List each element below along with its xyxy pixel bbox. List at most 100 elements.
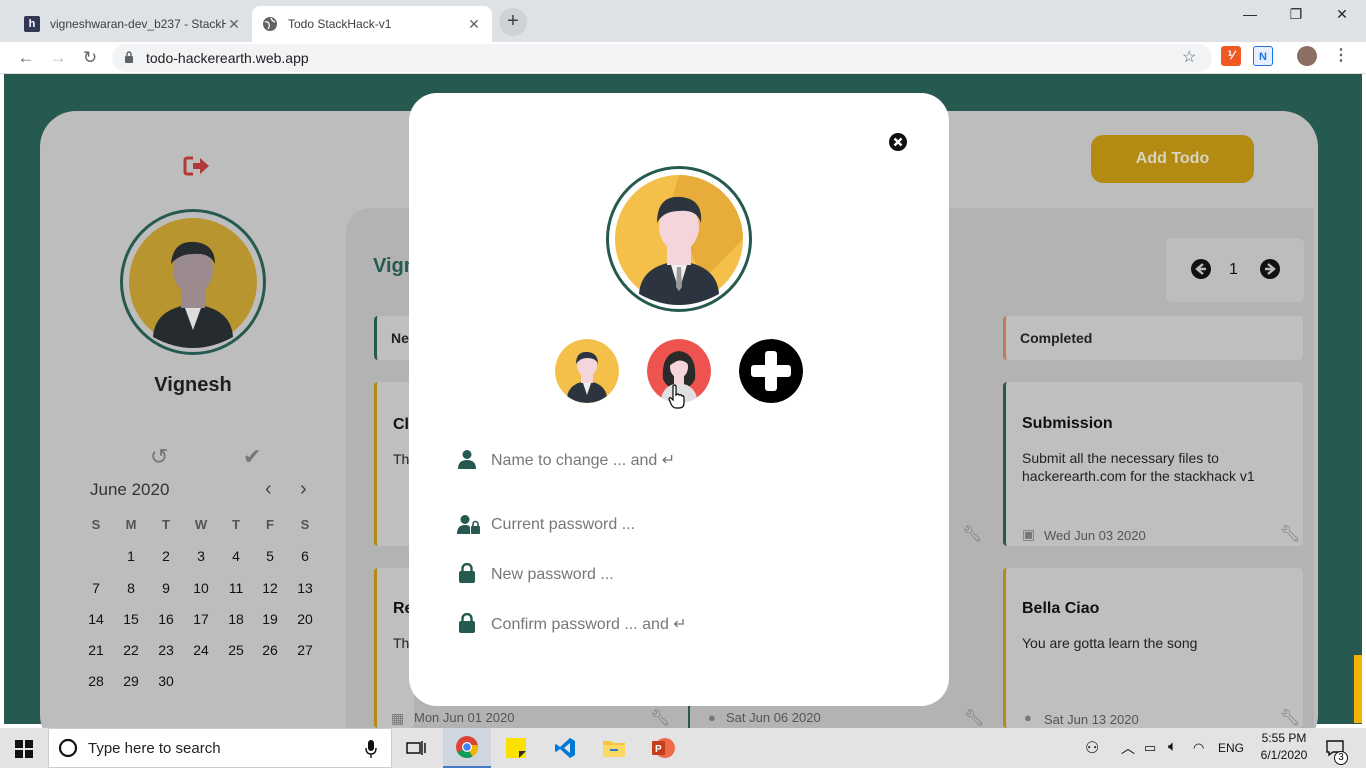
reset-icon[interactable]: ↺	[150, 444, 168, 470]
forward-arrow-icon[interactable]: →	[46, 46, 70, 70]
calendar-prev-icon[interactable]: ‹	[265, 478, 272, 501]
back-arrow-icon[interactable]: ←	[14, 46, 38, 70]
calendar-title: June 2020	[90, 480, 170, 499]
hand-cursor-icon	[668, 384, 685, 409]
chrome-taskbar-icon[interactable]	[443, 728, 491, 768]
wifi-icon[interactable]: ◠	[1193, 740, 1204, 756]
calendar-day[interactable]: 7	[84, 580, 108, 596]
scrollbar-track[interactable]	[1353, 74, 1362, 724]
calendar-day[interactable]: 24	[189, 642, 213, 658]
calendar-day[interactable]: 14	[84, 611, 108, 627]
person-icon: ●	[1024, 710, 1032, 725]
calendar-day[interactable]: 11	[224, 580, 248, 596]
profile-avatar-icon[interactable]	[1297, 46, 1317, 66]
calendar-day[interactable]: 16	[154, 611, 178, 627]
windows-start-icon[interactable]	[15, 740, 33, 758]
todo-title: Cl	[393, 416, 409, 433]
wrench-icon[interactable]: 🔧︎	[650, 708, 670, 728]
people-icon[interactable]: ⚇	[1085, 738, 1099, 758]
calendar-day[interactable]: 10	[189, 580, 213, 596]
calendar-day[interactable]: 1	[119, 548, 143, 564]
calendar-weekday: M	[125, 517, 137, 532]
column-header-new: Ne	[374, 316, 414, 360]
show-hidden-icons-chevron-up-icon[interactable]: ︿	[1121, 738, 1135, 758]
powerpoint-icon[interactable]: P	[639, 728, 687, 768]
file-explorer-icon[interactable]	[590, 728, 638, 768]
browser-tab-stackhack[interactable]: h vigneshwaran-dev_b237 - StackHack ✕	[14, 6, 252, 42]
man-avatar-icon	[129, 218, 257, 348]
todo-card[interactable]: Re Thi	[374, 568, 414, 728]
minimize-button[interactable]: —	[1227, 0, 1273, 30]
extension-n-icon[interactable]: N	[1253, 46, 1273, 66]
confirm-password-input[interactable]	[491, 613, 871, 637]
new-password-input[interactable]	[491, 563, 871, 587]
todo-desc: You are gotta learn the song	[1022, 635, 1198, 651]
logout-icon[interactable]	[183, 155, 211, 177]
current-password-input[interactable]	[491, 513, 871, 537]
volume-icon[interactable]: 🔈︎	[1168, 738, 1177, 755]
wrench-icon[interactable]: 🔧︎	[1280, 708, 1300, 728]
vscode-icon[interactable]	[541, 728, 589, 768]
wrench-icon[interactable]: 🔧︎	[1280, 524, 1300, 544]
browser-tab-todo[interactable]: Todo StackHack-v1 ✕	[252, 6, 492, 42]
calendar-day[interactable]: 22	[119, 642, 143, 658]
calendar-weekday: S	[91, 517, 101, 532]
prev-page-icon[interactable]	[1190, 258, 1212, 280]
calendar-day[interactable]: 20	[293, 611, 317, 627]
name-input[interactable]	[491, 449, 871, 473]
calendar-day[interactable]: 26	[258, 642, 282, 658]
add-todo-button[interactable]: Add Todo	[1091, 135, 1254, 183]
calendar-day[interactable]: 19	[258, 611, 282, 627]
calendar-day[interactable]: 5	[258, 548, 282, 564]
calendar-day[interactable]: 12	[258, 580, 282, 596]
profile-avatar[interactable]	[120, 209, 266, 355]
scrollbar-thumb[interactable]	[1354, 655, 1362, 723]
calendar-day[interactable]: 17	[189, 611, 213, 627]
taskbar-clock[interactable]: 5:55 PM 6/1/2020	[1248, 730, 1320, 764]
grid-icon: ▦	[391, 710, 405, 726]
calendar-day[interactable]: 30	[154, 673, 178, 689]
close-tab-icon[interactable]: ✕	[226, 16, 242, 33]
calendar-day[interactable]: 29	[119, 673, 143, 689]
calendar-day[interactable]: 21	[84, 642, 108, 658]
calendar-day[interactable]: 3	[189, 548, 213, 564]
add-avatar-button[interactable]	[739, 339, 803, 403]
calendar-day[interactable]: 4	[224, 548, 248, 564]
calendar-day[interactable]: 23	[154, 642, 178, 658]
close-tab-icon[interactable]: ✕	[466, 16, 482, 33]
task-view-icon[interactable]	[392, 728, 440, 768]
calendar-day[interactable]: 6	[293, 548, 317, 564]
calendar-next-icon[interactable]: ›	[300, 478, 307, 501]
reload-icon[interactable]: ↻	[78, 46, 102, 70]
microphone-icon[interactable]	[365, 740, 377, 758]
calendar-day[interactable]: 15	[119, 611, 143, 627]
close-modal-icon[interactable]	[888, 132, 908, 152]
sticky-notes-icon[interactable]	[492, 728, 540, 768]
battery-icon[interactable]: ▭	[1144, 740, 1156, 756]
menu-kebab-icon[interactable]: ⋮	[1331, 46, 1351, 66]
bookmark-star-icon[interactable]: ☆	[1182, 47, 1196, 67]
calendar-day[interactable]: 13	[293, 580, 317, 596]
calendar-day[interactable]: 28	[84, 673, 108, 689]
calendar-day[interactable]: 2	[154, 548, 178, 564]
avatar-option-man[interactable]	[555, 339, 619, 403]
todo-card[interactable]: Submission Submit all the necessary file…	[1003, 382, 1303, 546]
todo-date: Mon Jun 01 2020	[414, 710, 515, 725]
wrench-icon[interactable]: 🔧︎	[964, 708, 984, 728]
new-tab-button[interactable]: +	[499, 8, 527, 36]
maximize-button[interactable]: ❐	[1273, 0, 1319, 30]
calendar-day[interactable]: 27	[293, 642, 317, 658]
omnibox[interactable]: todo-hackerearth.web.app ☆	[112, 44, 1212, 72]
close-window-button[interactable]: ✕	[1319, 0, 1365, 30]
wrench-icon[interactable]: 🔧︎	[962, 524, 982, 544]
extension-icon[interactable]: ⅟	[1221, 46, 1241, 66]
calendar-day[interactable]: 8	[119, 580, 143, 596]
language-indicator[interactable]: ENG	[1218, 741, 1244, 755]
todo-card[interactable]: Bella Ciao You are gotta learn the song …	[1003, 568, 1303, 728]
check-icon[interactable]: ✔	[243, 444, 261, 470]
next-page-icon[interactable]	[1259, 258, 1281, 280]
calendar-day[interactable]: 25	[224, 642, 248, 658]
calendar-day[interactable]: 18	[224, 611, 248, 627]
todo-card[interactable]: Cl Th	[374, 382, 414, 546]
calendar-day[interactable]: 9	[154, 580, 178, 596]
